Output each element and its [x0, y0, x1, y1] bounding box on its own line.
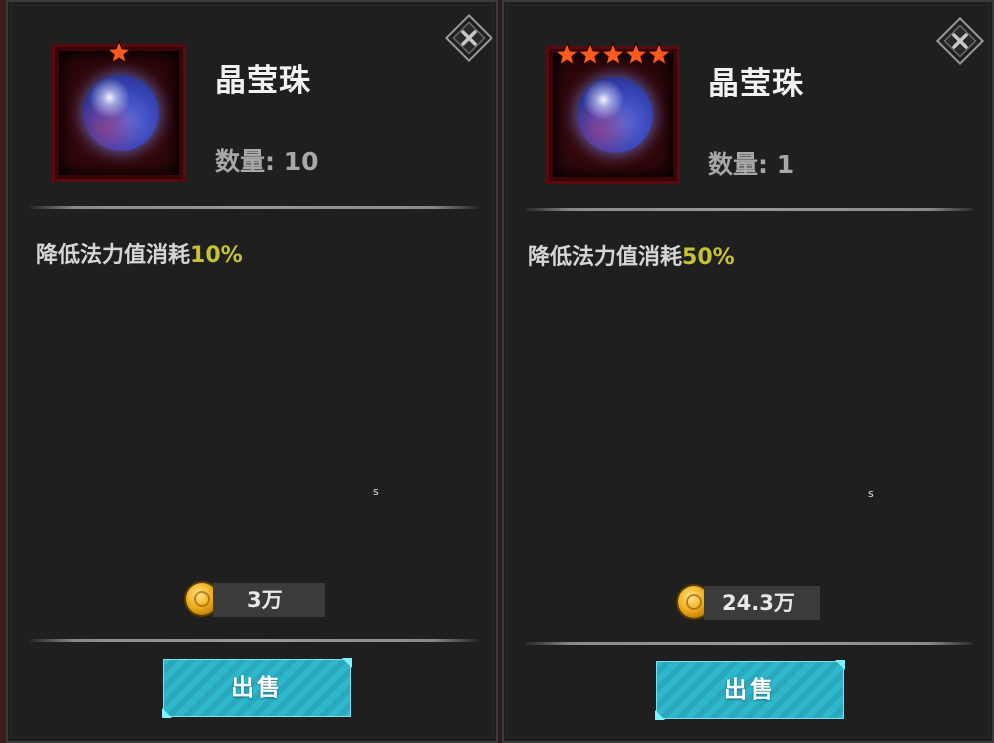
effect-description: 降低法力值消耗 [36, 243, 191, 268]
stray-label: s [373, 485, 379, 498]
sell-button[interactable]: 出售 [655, 660, 845, 720]
sell-button[interactable]: 出售 [162, 658, 352, 718]
item-detail-panel-2: 晶莹珠 数量: 1 降低法力值消耗50% s 24.3万 出售 [502, 0, 994, 743]
star-icon [623, 41, 649, 67]
price-box: 24.3万 [704, 586, 820, 620]
star-icon [577, 41, 603, 67]
divider-bottom [30, 639, 478, 642]
item-icon-frame [52, 39, 186, 182]
star-icon [106, 39, 132, 65]
item-quantity: 数量: 1 [708, 150, 795, 179]
divider-top [30, 206, 478, 209]
item-name: 晶莹珠 [215, 63, 311, 99]
star-rating [554, 41, 672, 67]
star-icon [600, 41, 626, 67]
effect-value: 50% [682, 245, 735, 270]
item-quantity: 数量: 10 [215, 147, 319, 176]
sell-price: 3万 [247, 588, 283, 612]
stray-label: s [868, 487, 874, 500]
star-rating [106, 39, 132, 65]
close-icon [444, 13, 494, 63]
divider-top [526, 208, 974, 211]
item-effect: 降低法力值消耗10% [36, 237, 243, 269]
sell-price: 24.3万 [722, 591, 795, 615]
crystal-orb-icon [83, 75, 159, 151]
star-icon [646, 41, 672, 67]
crystal-orb-icon [577, 77, 653, 153]
item-icon-frame [546, 41, 680, 184]
effect-description: 降低法力值消耗 [528, 245, 683, 270]
item-name: 晶莹珠 [708, 66, 804, 102]
price-box: 3万 [213, 583, 325, 617]
divider-bottom [526, 642, 974, 645]
close-icon [935, 16, 985, 66]
close-button[interactable] [934, 15, 986, 67]
item-detail-panel-1: 晶莹珠 数量: 10 降低法力值消耗10% s 3万 出售 [6, 0, 498, 743]
close-button[interactable] [443, 12, 495, 64]
effect-value: 10% [190, 243, 243, 268]
item-effect: 降低法力值消耗50% [528, 239, 735, 271]
star-icon [554, 41, 580, 67]
